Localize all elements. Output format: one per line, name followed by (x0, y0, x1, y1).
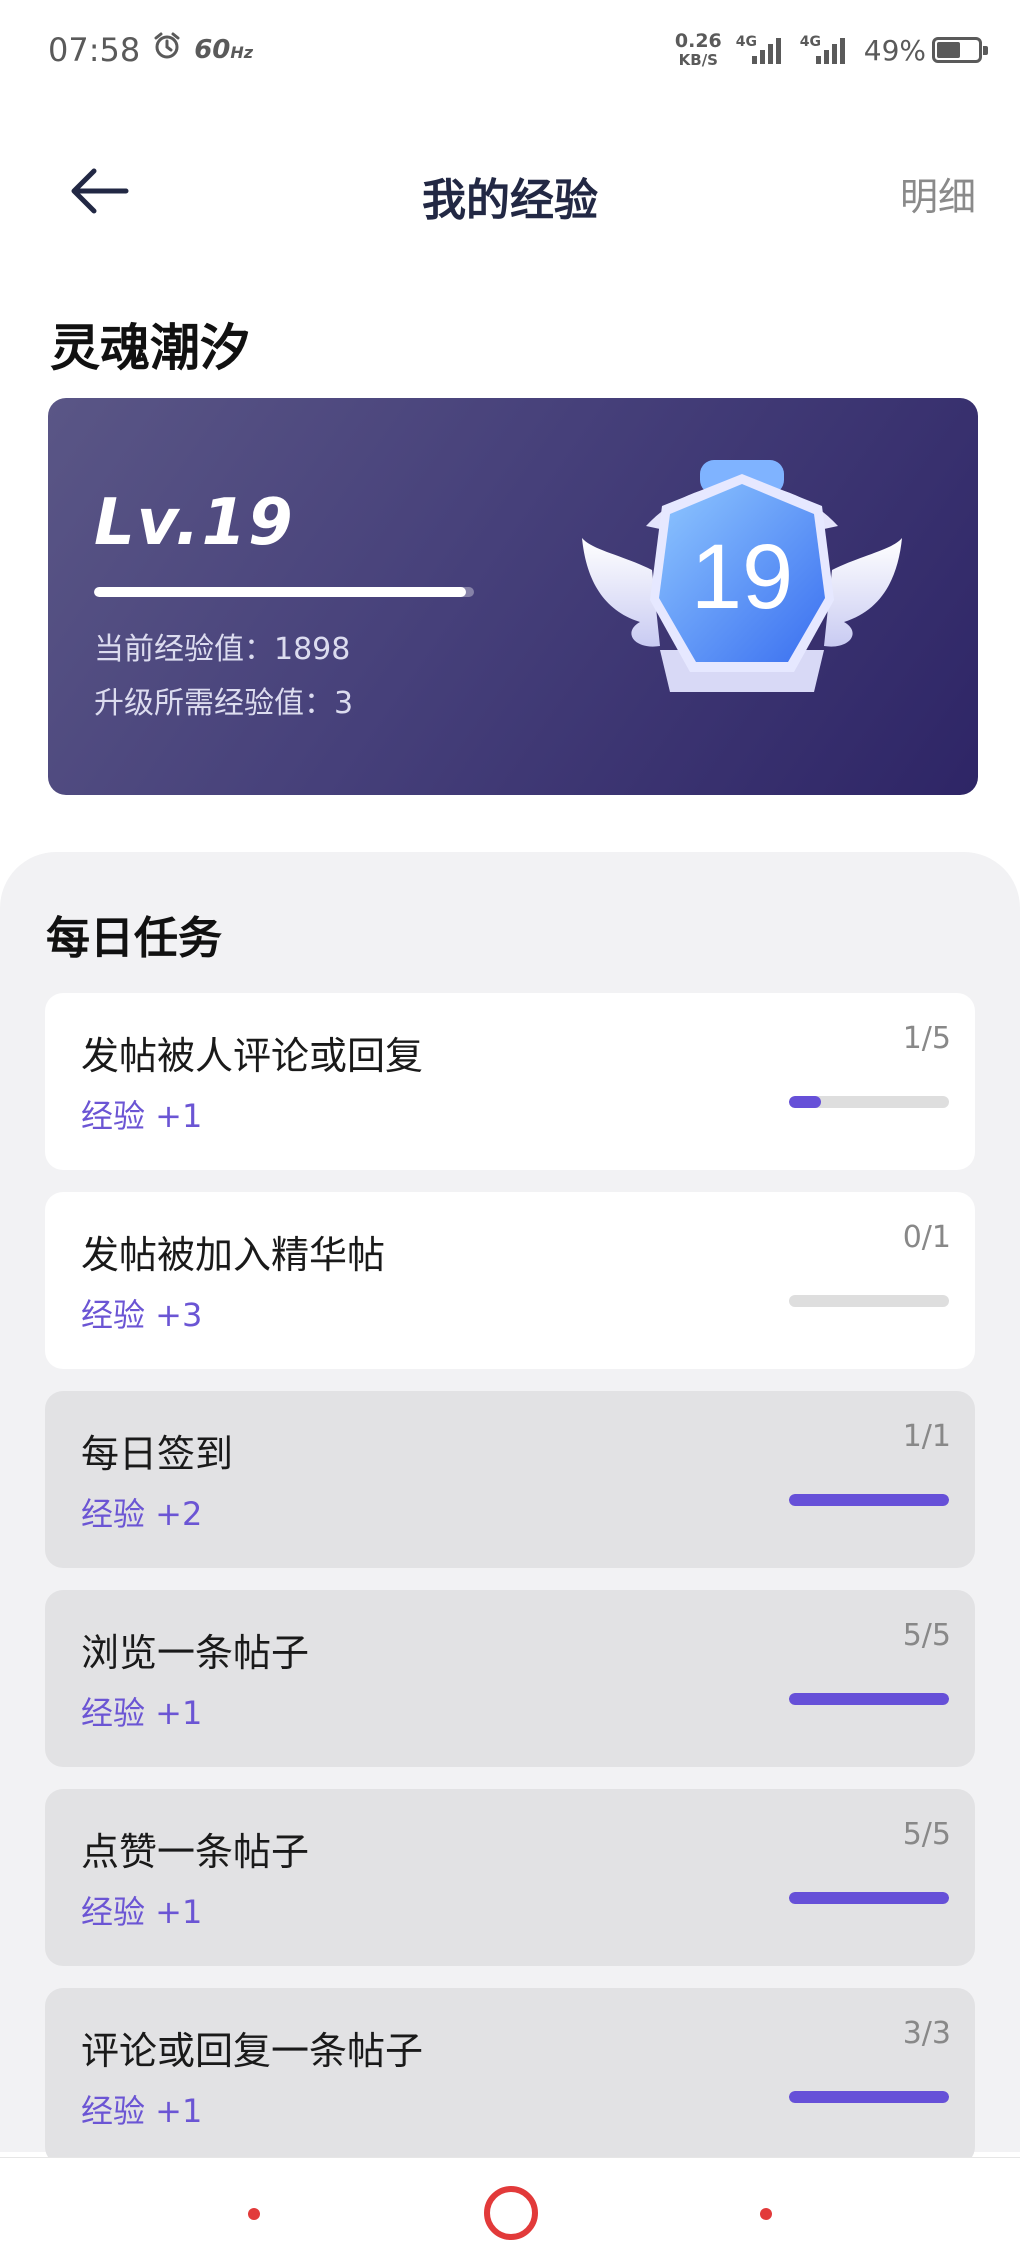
page-title: 我的经验 (422, 175, 598, 226)
task-reward: 经验 +1 (81, 2092, 203, 2130)
signal-strength-icon: 4G (736, 34, 786, 66)
status-time: 07:58 (48, 31, 141, 69)
task-count: 5/5 (902, 1817, 951, 1852)
task-item[interactable]: 点赞一条帖子 经验 +1 5/5 (45, 1789, 975, 1966)
task-reward: 经验 +1 (81, 1893, 203, 1931)
system-nav-bar (0, 2157, 1020, 2267)
task-count: 1/1 (902, 1419, 951, 1454)
needed-exp: 升级所需经验值：3 (94, 686, 354, 721)
status-right: 0.26 KB/S 4G 4G 49% (674, 30, 988, 69)
alarm-clock-icon (152, 31, 182, 69)
battery-icon (932, 37, 988, 63)
task-name: 评论或回复一条帖子 (81, 2029, 424, 2073)
level-card: Lv.19 当前经验值：1898 升级所需经验值：3 19 (48, 398, 978, 795)
signal-strength-icon: 4G (800, 34, 850, 66)
task-progress-bar (789, 1096, 949, 1108)
task-progress-bar (789, 1295, 949, 1307)
experience-screen: 07:58 60Hz 0.26 KB/S 4G 4G 49% 我的经验 明细 灵… (0, 0, 1020, 2267)
circle-home-icon[interactable] (484, 2186, 538, 2240)
battery-percent: 49% (863, 33, 926, 67)
task-reward: 经验 +1 (81, 1694, 203, 1732)
nav-back-button[interactable] (760, 2208, 772, 2220)
task-name: 发帖被加入精华帖 (81, 1233, 386, 1277)
task-item[interactable]: 发帖被人评论或回复 经验 +1 1/5 (45, 993, 975, 1170)
task-reward: 经验 +2 (81, 1495, 203, 1533)
user-name: 灵魂潮汐 (50, 319, 250, 377)
task-name: 每日签到 (81, 1432, 234, 1476)
task-progress-bar (789, 1494, 949, 1506)
task-reward: 经验 +3 (81, 1296, 203, 1334)
task-count: 3/3 (902, 2016, 951, 2051)
task-name: 浏览一条帖子 (81, 1631, 310, 1675)
header: 我的经验 明细 (0, 130, 1020, 250)
battery-indicator: 49% (863, 33, 988, 67)
badge-level-number: 19 (691, 526, 793, 628)
task-progress-bar (789, 1693, 949, 1705)
task-count: 0/1 (902, 1220, 951, 1255)
network-speed: 0.26 KB/S (674, 30, 722, 69)
task-count: 1/5 (902, 1021, 951, 1056)
task-item[interactable]: 每日签到 经验 +2 1/1 (45, 1391, 975, 1568)
task-name: 发帖被人评论或回复 (81, 1034, 424, 1078)
level-progress-bar (94, 587, 474, 597)
status-left: 07:58 60Hz (48, 31, 253, 69)
task-reward: 经验 +1 (81, 1097, 203, 1135)
level-label: Lv.19 (94, 486, 295, 560)
task-progress-bar (789, 2091, 949, 2103)
winged-shield-badge-icon: 19 (582, 460, 902, 692)
task-item[interactable]: 评论或回复一条帖子 经验 +1 3/3 (45, 1988, 975, 2165)
status-bar: 07:58 60Hz 0.26 KB/S 4G 4G 49% (0, 0, 1020, 100)
refresh-rate: 60Hz (194, 35, 254, 65)
task-item[interactable]: 发帖被加入精华帖 经验 +3 0/1 (45, 1192, 975, 1369)
detail-button[interactable]: 明细 (900, 166, 976, 221)
task-item[interactable]: 浏览一条帖子 经验 +1 5/5 (45, 1590, 975, 1767)
task-name: 点赞一条帖子 (81, 1830, 310, 1874)
current-exp: 当前经验值：1898 (94, 632, 351, 667)
nav-menu-button[interactable] (248, 2208, 260, 2220)
task-progress-bar (789, 1892, 949, 1904)
section-title: 每日任务 (46, 913, 222, 964)
daily-tasks-panel: 每日任务 发帖被人评论或回复 经验 +1 1/5 发帖被加入精华帖 经验 +3 … (0, 852, 1020, 2165)
task-count: 5/5 (902, 1618, 951, 1653)
